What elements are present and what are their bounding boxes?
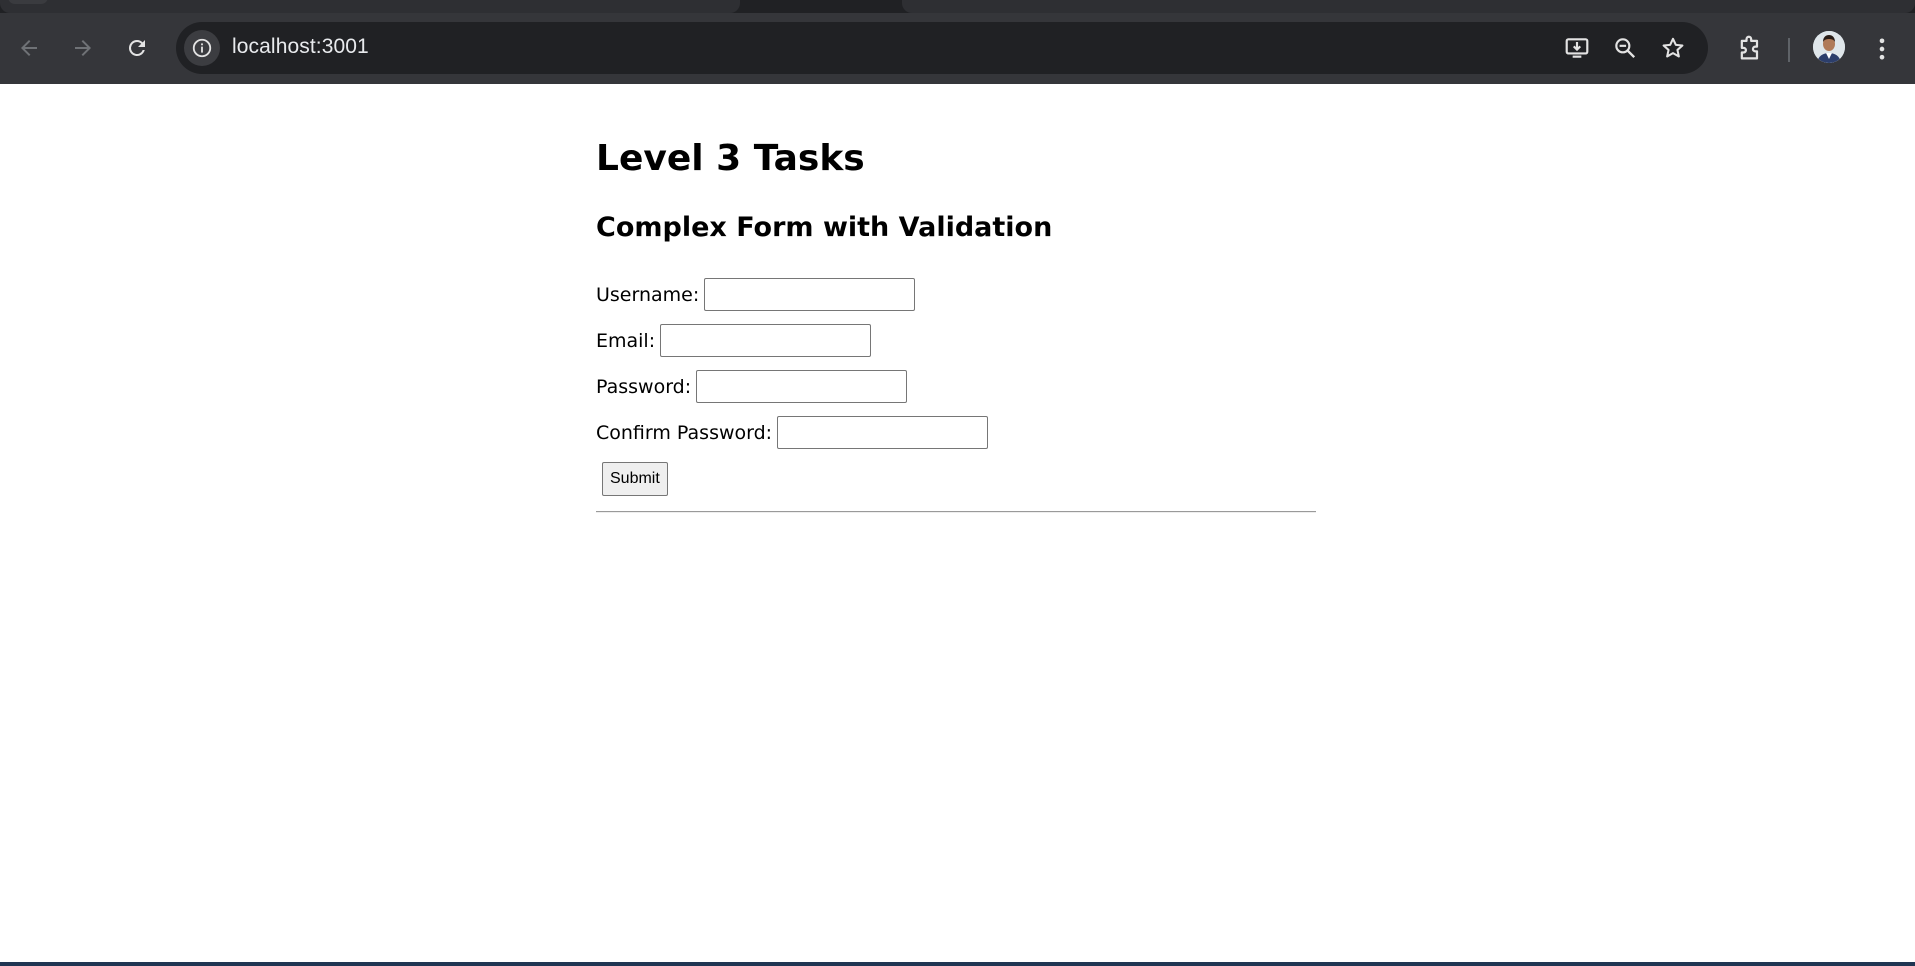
browser-menu-button[interactable] bbox=[1868, 35, 1896, 63]
confirm-password-input[interactable] bbox=[777, 416, 989, 449]
info-icon bbox=[192, 38, 212, 58]
site-info-button[interactable] bbox=[184, 30, 220, 66]
password-label: Password: bbox=[596, 375, 692, 398]
page-title: Level 3 Tasks bbox=[596, 138, 865, 179]
taskbar-edge bbox=[0, 962, 1915, 966]
forward-button[interactable] bbox=[68, 33, 98, 63]
username-row: Username: bbox=[596, 278, 916, 311]
kebab-menu-icon bbox=[1879, 38, 1885, 60]
arrow-left-icon bbox=[21, 40, 37, 56]
extensions-button[interactable] bbox=[1736, 35, 1764, 63]
form-title: Complex Form with Validation bbox=[596, 212, 1053, 243]
toolbar-divider bbox=[1788, 38, 1790, 62]
url-text[interactable]: localhost:3001 bbox=[232, 35, 369, 59]
password-input[interactable] bbox=[696, 370, 908, 403]
confirm-password-label: Confirm Password: bbox=[596, 421, 773, 444]
tab-inactive-right[interactable] bbox=[902, 0, 1915, 13]
back-button[interactable] bbox=[14, 33, 44, 63]
password-row: Password: bbox=[596, 370, 908, 403]
arrow-right-icon bbox=[75, 40, 91, 56]
confirm-password-row: Confirm Password: bbox=[596, 416, 989, 449]
email-label: Email: bbox=[596, 329, 656, 352]
email-row: Email: bbox=[596, 324, 872, 357]
tab-inactive-left[interactable] bbox=[0, 0, 740, 13]
username-input[interactable] bbox=[704, 278, 916, 311]
reload-icon bbox=[128, 39, 145, 56]
page-viewport: Level 3 Tasks Complex Form with Validati… bbox=[0, 84, 1915, 962]
bookmark-button[interactable] bbox=[1660, 35, 1686, 61]
star-icon bbox=[1662, 37, 1684, 58]
zoom-out-icon bbox=[1615, 38, 1636, 59]
profile-avatar[interactable] bbox=[1813, 31, 1845, 63]
tab-strip bbox=[0, 0, 1915, 13]
zoom-button[interactable] bbox=[1612, 35, 1638, 61]
browser-toolbar: localhost:3001 bbox=[0, 13, 1915, 84]
install-app-button[interactable] bbox=[1564, 35, 1590, 61]
username-label: Username: bbox=[596, 283, 700, 306]
submit-button[interactable]: Submit bbox=[602, 462, 668, 496]
reload-button[interactable] bbox=[122, 33, 152, 63]
email-input[interactable] bbox=[660, 324, 872, 357]
install-app-icon bbox=[1565, 38, 1589, 58]
address-bar[interactable]: localhost:3001 bbox=[176, 22, 1708, 74]
avatar-image bbox=[1813, 31, 1845, 63]
puzzle-icon bbox=[1740, 35, 1759, 60]
tab-favicon bbox=[8, 0, 48, 4]
horizontal-divider bbox=[596, 511, 1316, 513]
